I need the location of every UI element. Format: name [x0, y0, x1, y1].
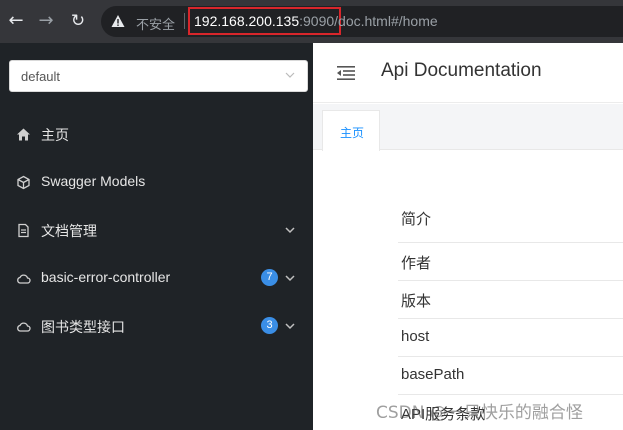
cloud-icon [17, 274, 31, 284]
info-row-version: 版本 [398, 281, 623, 319]
main-content: Api Documentation 主页 简介 作者 版本 host baseP… [313, 43, 623, 430]
url-host: 192.168.200.135 [194, 13, 300, 29]
sidebar-item-label: 主页 [41, 127, 69, 143]
info-label: 版本 [401, 293, 432, 310]
page-title: Api Documentation [381, 60, 542, 81]
tab-home[interactable]: 主页 [322, 110, 380, 151]
sidebar-item-basic-error-controller[interactable]: basic-error-controller 7 [0, 254, 313, 302]
sidebar: default 主页 Swagger Models 文档管理 basic-err… [0, 43, 313, 430]
info-row-host: host [398, 319, 623, 357]
count-badge: 7 [261, 269, 278, 286]
sidebar-item-label: basic-error-controller [41, 269, 171, 285]
insecure-label[interactable]: 不安全 [136, 14, 175, 33]
browser-toolbar: ← → ↻ 不安全 192.168.200.135:9090/doc.html#… [0, 0, 623, 43]
back-arrow-icon[interactable]: ← [6, 11, 26, 31]
sidebar-item-label: 文档管理 [41, 223, 97, 239]
sidebar-item-swagger-models[interactable]: Swagger Models [0, 158, 313, 206]
home-icon [17, 128, 30, 141]
watermark: CSDN @一只快乐的融合怪 [376, 403, 583, 423]
group-select[interactable]: default [9, 60, 308, 92]
tab-label: 主页 [340, 126, 365, 140]
warning-icon[interactable] [111, 14, 125, 28]
info-label: 简介 [401, 211, 432, 228]
info-row-author: 作者 [398, 243, 623, 281]
sidebar-item-doc-management[interactable]: 文档管理 [0, 206, 313, 254]
menu-fold-icon[interactable] [337, 65, 355, 81]
url-path: /doc.html#/home [334, 13, 438, 29]
address-separator [184, 13, 185, 29]
info-label: basePath [401, 366, 465, 383]
page-header: Api Documentation [313, 43, 623, 103]
count-badge: 3 [261, 317, 278, 334]
chevron-down-icon[interactable] [285, 274, 295, 282]
sidebar-item-label: Swagger Models [41, 173, 146, 189]
info-row-basepath: basePath [398, 357, 623, 395]
url-port: :9090 [299, 13, 335, 29]
address-bar[interactable]: 不安全 192.168.200.135:9090/doc.html#/home [101, 6, 623, 37]
url-text[interactable]: 192.168.200.135:9090/doc.html#/home [194, 13, 438, 29]
reload-icon[interactable]: ↻ [68, 11, 88, 31]
sidebar-item-home[interactable]: 主页 [0, 110, 313, 158]
info-label: 作者 [401, 255, 432, 272]
sidebar-item-label: 图书类型接口 [41, 319, 125, 335]
chevron-down-icon [285, 72, 295, 78]
tab-bar: 主页 [313, 104, 623, 151]
group-select-value: default [21, 69, 61, 84]
info-row-description: 简介 [398, 198, 623, 243]
cube-icon [17, 175, 30, 190]
chevron-down-icon[interactable] [285, 226, 295, 234]
chevron-down-icon[interactable] [285, 322, 295, 330]
info-label: host [401, 328, 430, 345]
document-icon [18, 223, 29, 238]
forward-arrow-icon[interactable]: → [36, 11, 56, 31]
cloud-icon [17, 322, 31, 332]
sidebar-item-book-type-api[interactable]: 图书类型接口 3 [0, 302, 313, 350]
